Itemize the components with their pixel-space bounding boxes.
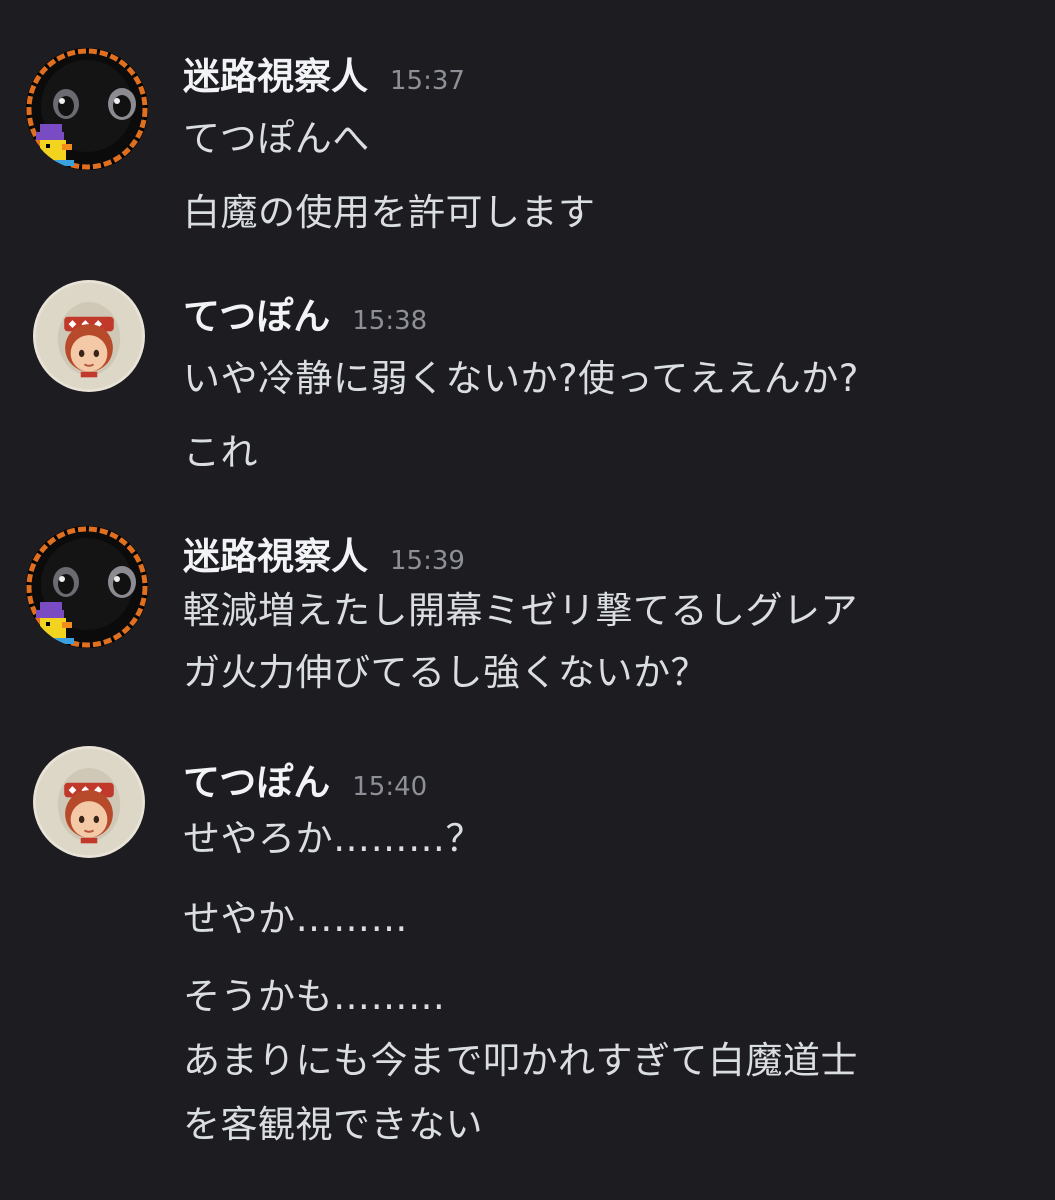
author-name[interactable]: てつぽん: [183, 752, 330, 806]
timestamp: 15:37: [390, 66, 465, 96]
timestamp: 15:39: [390, 546, 465, 576]
message-text: てつぽんへ: [183, 117, 370, 160]
message-text: を客観視できない: [183, 1103, 483, 1146]
girl-avatar-icon[interactable]: [33, 746, 145, 858]
message-header: てつぽん 15:38: [183, 286, 428, 338]
duck-avatar-icon[interactable]: [26, 526, 148, 648]
message-header: 迷路視察人 15:37: [183, 46, 465, 98]
duck-avatar-icon[interactable]: [26, 48, 148, 170]
message-text: ガ火力伸びてるし強くないか？: [183, 651, 708, 694]
message-text: せやろか………？: [183, 817, 483, 860]
message-text: そうかも………: [183, 975, 446, 1018]
message-text: 軽減増えたし開幕ミゼリ撃てるしグレア: [183, 589, 858, 632]
message-text: いや冷静に弱くないか?使ってええんか?: [183, 357, 859, 400]
author-name[interactable]: 迷路視察人: [183, 526, 368, 580]
timestamp: 15:40: [352, 772, 428, 802]
message-header: てつぽん 15:40: [183, 752, 428, 804]
message-text: これ: [183, 431, 258, 474]
message-text: あまりにも今まで叩かれすぎて白魔道士: [183, 1039, 858, 1082]
girl-avatar-icon[interactable]: [33, 280, 145, 392]
timestamp: 15:38: [352, 306, 428, 336]
message-text: 白魔の使用を許可します: [183, 191, 596, 234]
message-header: 迷路視察人 15:39: [183, 526, 465, 578]
author-name[interactable]: 迷路視察人: [183, 46, 368, 100]
message-text: せやか………: [183, 897, 408, 940]
author-name[interactable]: てつぽん: [183, 286, 330, 340]
